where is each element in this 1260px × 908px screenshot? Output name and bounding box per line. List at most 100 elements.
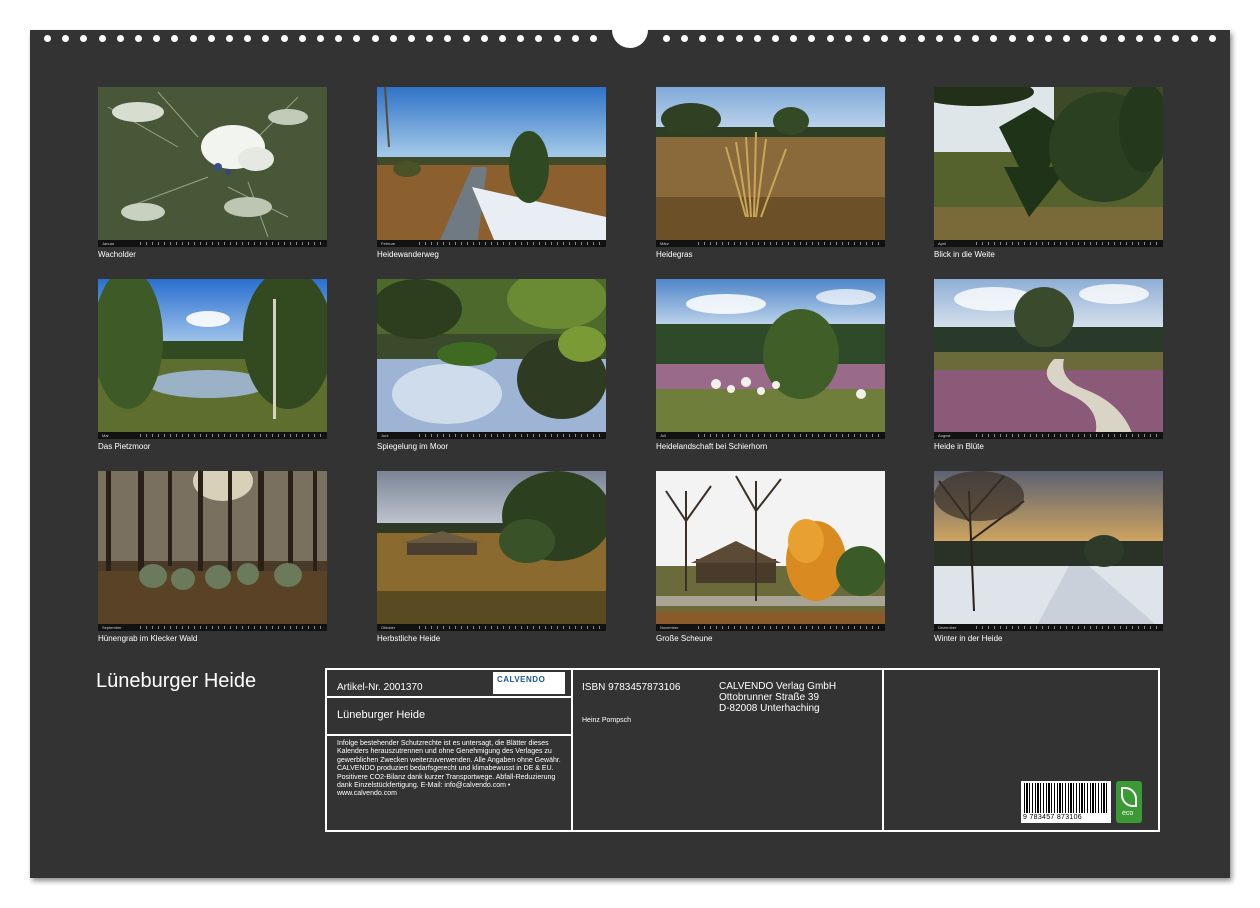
binding-hole bbox=[754, 35, 761, 42]
binding-hole bbox=[153, 35, 160, 42]
binding-hole bbox=[281, 35, 288, 42]
binding-hole bbox=[390, 35, 397, 42]
info-title: Lüneburger Heide bbox=[337, 709, 425, 721]
calvendo-logo: CALVENDO bbox=[493, 672, 565, 694]
calendar-strip: Februar bbox=[377, 240, 606, 247]
binding-hole bbox=[772, 35, 779, 42]
binding-hole bbox=[918, 35, 925, 42]
divider bbox=[327, 734, 571, 736]
binding-hole bbox=[372, 35, 379, 42]
binding-hole bbox=[1081, 35, 1088, 42]
photo-july: Juli bbox=[656, 279, 885, 439]
binding-hole bbox=[535, 35, 542, 42]
caption-january: Wacholder bbox=[98, 250, 136, 259]
photo-january: Januar bbox=[98, 87, 327, 247]
binding-hole bbox=[572, 35, 579, 42]
binding-hole bbox=[590, 35, 597, 42]
binding-hole bbox=[80, 35, 87, 42]
binding-hole bbox=[208, 35, 215, 42]
binding-hole bbox=[1027, 35, 1034, 42]
binding-hole bbox=[1100, 35, 1107, 42]
binding-hole bbox=[62, 35, 69, 42]
caption-april: Blick in die Weite bbox=[934, 250, 995, 259]
caption-june: Spiegelung im Moor bbox=[377, 442, 448, 451]
photo-february: Februar bbox=[377, 87, 606, 247]
binding-hole bbox=[736, 35, 743, 42]
divider bbox=[327, 696, 571, 698]
caption-may: Das Pietzmoor bbox=[98, 442, 150, 451]
binding-hole bbox=[1118, 35, 1125, 42]
binding-hole bbox=[808, 35, 815, 42]
binding-hole bbox=[444, 35, 451, 42]
eco-icon: eco bbox=[1116, 781, 1142, 823]
binding-hole bbox=[699, 35, 706, 42]
binding-hole bbox=[663, 35, 670, 42]
photo-december: Dezember bbox=[934, 471, 1163, 631]
author: Heinz Pompsch bbox=[582, 717, 631, 724]
binding-hole bbox=[554, 35, 561, 42]
binding-hole bbox=[244, 35, 251, 42]
caption-october: Herbstliche Heide bbox=[377, 634, 440, 643]
photo-september: September bbox=[98, 471, 327, 631]
binding-hole bbox=[171, 35, 178, 42]
binding-hole bbox=[1209, 35, 1216, 42]
caption-november: Große Scheune bbox=[656, 634, 712, 643]
info-box: Artikel-Nr. 2001370 CALVENDO Lüneburger … bbox=[325, 668, 1160, 832]
binding-hole bbox=[681, 35, 688, 42]
calendar-back-sheet: Januar Wacholder Februar Heidewanderweg bbox=[30, 30, 1230, 878]
binding-hole bbox=[262, 35, 269, 42]
binding-hole bbox=[717, 35, 724, 42]
binding-hole bbox=[1009, 35, 1016, 42]
calendar-strip: April bbox=[934, 240, 1163, 247]
binding-hole bbox=[1063, 35, 1070, 42]
divider bbox=[882, 670, 884, 830]
binding-hole bbox=[117, 35, 124, 42]
binding-hole bbox=[881, 35, 888, 42]
binding-hole bbox=[1172, 35, 1179, 42]
calendar-strip: Mai bbox=[98, 432, 327, 439]
binding-hole bbox=[1191, 35, 1198, 42]
calendar-strip: Juni bbox=[377, 432, 606, 439]
binding-hole bbox=[1045, 35, 1052, 42]
calendar-strip: Januar bbox=[98, 240, 327, 247]
binding-hole bbox=[299, 35, 306, 42]
caption-december: Winter in der Heide bbox=[934, 634, 1002, 643]
photo-october: Oktober bbox=[377, 471, 606, 631]
photo-april: April bbox=[934, 87, 1163, 247]
publisher-address: CALVENDO Verlag GmbH Ottobrunner Straße … bbox=[719, 681, 836, 714]
caption-september: Hünengrab im Klecker Wald bbox=[98, 634, 197, 643]
binding-hole bbox=[44, 35, 51, 42]
divider bbox=[571, 670, 573, 830]
caption-august: Heide in Blüte bbox=[934, 442, 984, 451]
binding-hole bbox=[899, 35, 906, 42]
caption-march: Heidegras bbox=[656, 250, 692, 259]
calendar-strip: Juli bbox=[656, 432, 885, 439]
photo-june: Juni bbox=[377, 279, 606, 439]
binding-hole bbox=[863, 35, 870, 42]
binding-hole bbox=[845, 35, 852, 42]
caption-february: Heidewanderweg bbox=[377, 250, 439, 259]
calendar-title: Lüneburger Heide bbox=[96, 670, 256, 693]
binding-hole bbox=[190, 35, 197, 42]
binding-hole bbox=[408, 35, 415, 42]
photo-may: Mai bbox=[98, 279, 327, 439]
calendar-strip: Oktober bbox=[377, 624, 606, 631]
binding-hole bbox=[1154, 35, 1161, 42]
binding-hole bbox=[317, 35, 324, 42]
calendar-strip: November bbox=[656, 624, 885, 631]
binding-hole bbox=[954, 35, 961, 42]
isbn: ISBN 9783457873106 bbox=[582, 682, 680, 693]
binding-hole bbox=[353, 35, 360, 42]
photo-march: März bbox=[656, 87, 885, 247]
photo-november: November bbox=[656, 471, 885, 631]
binding-hole bbox=[936, 35, 943, 42]
binding-hole bbox=[1136, 35, 1143, 42]
binding-hole bbox=[463, 35, 470, 42]
calendar-strip: August bbox=[934, 432, 1163, 439]
binding-hole bbox=[135, 35, 142, 42]
binding-hole bbox=[426, 35, 433, 42]
calendar-strip: Dezember bbox=[934, 624, 1163, 631]
binding-hole bbox=[99, 35, 106, 42]
photo-august: August bbox=[934, 279, 1163, 439]
legal-notice: Infolge bestehender Schutzrechte ist es … bbox=[337, 740, 567, 799]
